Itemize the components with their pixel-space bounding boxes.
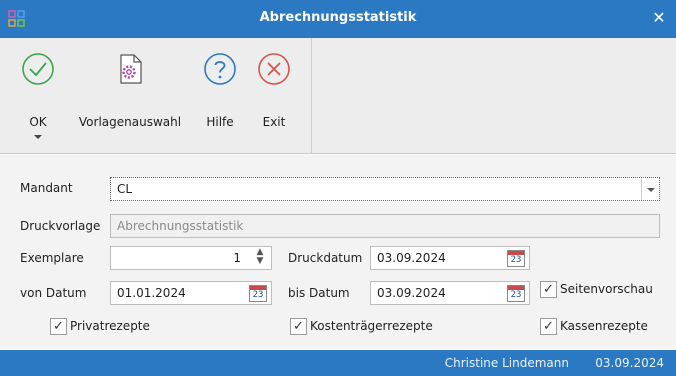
druckvorlage-value: Abrechnungsstatistik bbox=[117, 219, 244, 233]
druckvorlage-field: Abrechnungsstatistik bbox=[110, 214, 660, 238]
von-datum-label: von Datum bbox=[20, 286, 87, 300]
privatrezepte-checkbox[interactable]: ✓ Privatrezepte bbox=[50, 318, 180, 336]
calendar-icon[interactable]: 23 bbox=[249, 285, 267, 302]
seitenvorschau-label: Seitenvorschau bbox=[560, 282, 653, 296]
template-gear-document-icon bbox=[120, 54, 142, 84]
kostentraegerrezepte-label: Kostenträgerrezepte bbox=[310, 319, 433, 333]
mandant-value: CL bbox=[117, 182, 133, 196]
exit-button-label: Exit bbox=[262, 115, 286, 129]
druckdatum-field[interactable]: 03.09.2024 23 bbox=[370, 246, 530, 270]
exemplare-label: Exemplare bbox=[20, 251, 84, 265]
exit-button[interactable]: Exit bbox=[248, 38, 300, 154]
spinner-arrows-icon[interactable]: ▲ ▼ bbox=[255, 248, 265, 268]
bis-datum-value: 03.09.2024 bbox=[377, 286, 446, 300]
chevron-down-icon[interactable] bbox=[34, 135, 42, 139]
checkbox-check-icon[interactable]: ✓ bbox=[540, 318, 557, 335]
mandant-label: Mandant bbox=[20, 181, 73, 195]
druckdatum-label: Druckdatum bbox=[288, 251, 363, 265]
ok-button-label: OK bbox=[29, 115, 47, 129]
von-datum-field[interactable]: 01.01.2024 23 bbox=[110, 281, 272, 305]
privatrezepte-label: Privatrezepte bbox=[70, 319, 150, 333]
von-datum-value: 01.01.2024 bbox=[117, 286, 186, 300]
ribbon-toolbar: OK Vorlagenauswahl Hilfe Exit bbox=[0, 38, 676, 154]
kassenrezepte-checkbox[interactable]: ✓ Kassenrezepte bbox=[540, 318, 664, 336]
calendar-icon[interactable]: 23 bbox=[507, 285, 525, 302]
hilfe-button[interactable]: Hilfe bbox=[192, 38, 248, 154]
vorlagenauswahl-button-label: Vorlagenauswahl bbox=[78, 115, 182, 129]
druckvorlage-label: Druckvorlage bbox=[20, 219, 101, 233]
title-bar: Abrechnungsstatistik ✕ bbox=[0, 0, 676, 38]
ok-button[interactable]: OK bbox=[10, 38, 66, 154]
check-circle-icon bbox=[22, 53, 54, 85]
hilfe-button-label: Hilfe bbox=[206, 115, 234, 129]
question-circle-icon bbox=[204, 53, 236, 85]
seitenvorschau-checkbox[interactable]: ✓ Seitenvorschau bbox=[540, 281, 664, 299]
checkbox-check-icon[interactable]: ✓ bbox=[290, 318, 307, 335]
druckdatum-value: 03.09.2024 bbox=[377, 251, 446, 265]
close-button[interactable]: ✕ bbox=[648, 7, 670, 29]
exemplare-spinner[interactable]: 1 ▲ ▼ bbox=[110, 246, 272, 270]
x-circle-icon bbox=[258, 53, 290, 85]
window-title: Abrechnungsstatistik bbox=[259, 10, 417, 25]
ribbon-group-actions: OK Vorlagenauswahl Hilfe Exit bbox=[0, 38, 312, 154]
mandant-select[interactable]: CL bbox=[110, 177, 660, 201]
checkbox-check-icon[interactable]: ✓ bbox=[540, 281, 557, 298]
bis-datum-field[interactable]: 03.09.2024 23 bbox=[370, 281, 530, 305]
chevron-down-icon[interactable] bbox=[641, 178, 659, 200]
status-bar: Christine Lindemann 03.09.2024 bbox=[0, 350, 676, 376]
exemplare-value: 1 bbox=[233, 251, 241, 265]
checkbox-check-icon[interactable]: ✓ bbox=[50, 318, 67, 335]
status-date: 03.09.2024 bbox=[595, 356, 664, 370]
kassenrezepte-label: Kassenrezepte bbox=[560, 319, 648, 333]
calendar-icon[interactable]: 23 bbox=[507, 250, 525, 267]
status-user: Christine Lindemann bbox=[444, 356, 569, 370]
kostentraegerrezepte-checkbox[interactable]: ✓ Kostenträgerrezepte bbox=[290, 318, 460, 336]
form-panel: Mandant CL Druckvorlage Abrechnungsstati… bbox=[0, 155, 676, 349]
bis-datum-label: bis Datum bbox=[288, 286, 350, 300]
vorlagenauswahl-button[interactable]: Vorlagenauswahl bbox=[74, 38, 186, 154]
